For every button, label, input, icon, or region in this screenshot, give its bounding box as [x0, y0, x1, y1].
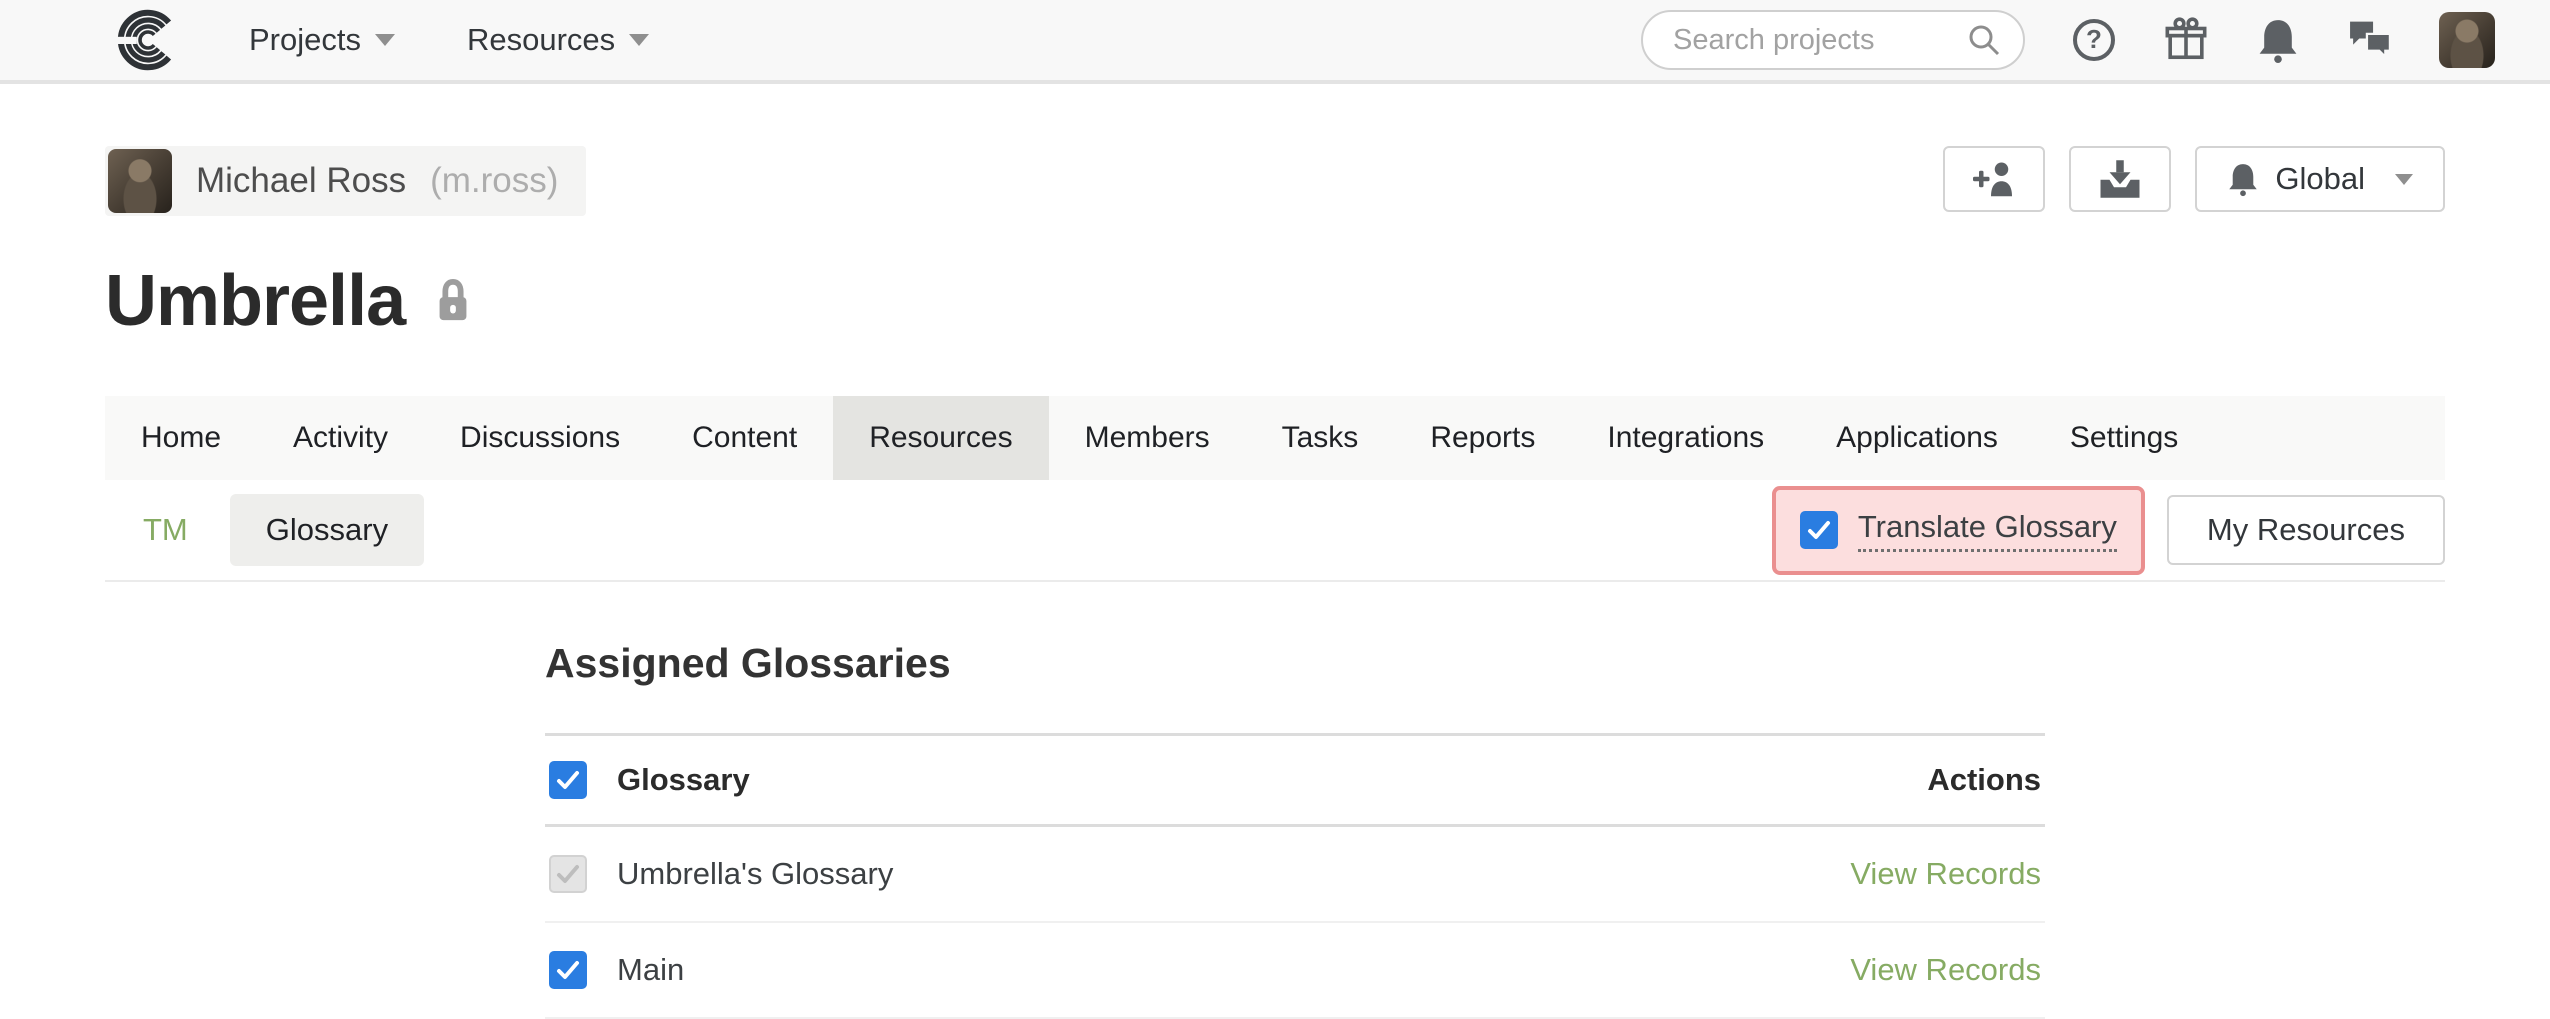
glossary-name: Umbrella's Glossary: [617, 856, 893, 892]
user-avatar[interactable]: [2439, 12, 2495, 68]
my-resources-button[interactable]: My Resources: [2167, 495, 2445, 565]
search-input[interactable]: [1671, 23, 1967, 58]
table-row: Umbrella's Glossary View Records: [545, 827, 2045, 923]
tab-members[interactable]: Members: [1049, 396, 1246, 480]
svg-text:?: ?: [2086, 24, 2102, 54]
top-navbar: Projects Resources ?: [0, 0, 2550, 84]
bell-icon: [2227, 161, 2259, 197]
row-checkbox-disabled[interactable]: [549, 855, 587, 893]
messages-icon[interactable]: [2347, 17, 2393, 63]
add-user-icon: [1970, 157, 2018, 201]
chevron-down-icon: [2395, 174, 2413, 185]
row-checkbox[interactable]: [549, 951, 587, 989]
add-user-button[interactable]: [1943, 146, 2045, 212]
resources-menu[interactable]: Resources: [467, 22, 649, 58]
tab-applications[interactable]: Applications: [1800, 396, 2034, 480]
tab-settings[interactable]: Settings: [2034, 396, 2214, 480]
tab-home[interactable]: Home: [105, 396, 257, 480]
resources-subnav: TM Glossary Translate Glossary My Resour…: [105, 480, 2445, 582]
subnav-right: Translate Glossary My Resources: [1772, 486, 2445, 575]
help-icon[interactable]: ?: [2071, 17, 2117, 63]
search-box[interactable]: [1641, 10, 2025, 70]
view-records-link[interactable]: View Records: [1850, 952, 2041, 988]
page-header-row: Michael Ross (m.ross): [105, 146, 2445, 216]
main-content: Assigned Glossaries Glossary Actions Umb…: [545, 640, 2045, 1019]
subtab-glossary[interactable]: Glossary: [230, 494, 424, 566]
page-container: Michael Ross (m.ross): [0, 146, 2550, 1019]
section-title: Assigned Glossaries: [545, 640, 2045, 687]
view-records-link[interactable]: View Records: [1850, 856, 2041, 892]
resources-menu-label: Resources: [467, 22, 615, 58]
translate-glossary-highlight: Translate Glossary: [1772, 486, 2145, 575]
owner-name: Michael Ross: [196, 161, 406, 201]
header-action-buttons: Global: [1943, 146, 2445, 212]
owner-avatar: [108, 149, 172, 213]
search-icon[interactable]: [1967, 23, 2001, 57]
tab-content[interactable]: Content: [656, 396, 833, 480]
tab-discussions[interactable]: Discussions: [424, 396, 656, 480]
project-tabbar: Home Activity Discussions Content Resour…: [105, 396, 2445, 480]
table-header-row: Glossary Actions: [545, 733, 2045, 827]
translate-glossary-label[interactable]: Translate Glossary: [1858, 509, 2117, 552]
glossaries-table: Glossary Actions Umbrella's Glossary Vie…: [545, 733, 2045, 1019]
global-notifications-button[interactable]: Global: [2195, 146, 2445, 212]
table-row: Main View Records: [545, 923, 2045, 1019]
select-all-checkbox[interactable]: [549, 761, 587, 799]
chevron-down-icon: [375, 34, 395, 46]
app-logo-icon[interactable]: [105, 8, 191, 72]
tab-resources[interactable]: Resources: [833, 396, 1048, 480]
global-button-label: Global: [2275, 161, 2365, 197]
tab-tasks[interactable]: Tasks: [1246, 396, 1395, 480]
chevron-down-icon: [629, 34, 649, 46]
notifications-icon[interactable]: [2255, 17, 2301, 63]
tab-reports[interactable]: Reports: [1394, 396, 1571, 480]
page-title: Umbrella: [105, 260, 405, 342]
column-header-glossary: Glossary: [617, 762, 750, 798]
tab-integrations[interactable]: Integrations: [1571, 396, 1800, 480]
tab-activity[interactable]: Activity: [257, 396, 424, 480]
owner-username: (m.ross): [430, 161, 558, 201]
gift-icon[interactable]: [2163, 17, 2209, 63]
translate-glossary-checkbox[interactable]: [1800, 511, 1838, 549]
navbar-right: ?: [1641, 10, 2495, 70]
projects-menu-label: Projects: [249, 22, 361, 58]
title-row: Umbrella: [105, 260, 2445, 342]
glossary-name: Main: [617, 952, 684, 988]
projects-menu[interactable]: Projects: [249, 22, 395, 58]
lock-icon: [433, 278, 473, 324]
download-button[interactable]: [2069, 146, 2171, 212]
subtab-tm[interactable]: TM: [143, 512, 188, 548]
owner-chip[interactable]: Michael Ross (m.ross): [105, 146, 586, 216]
column-header-actions: Actions: [1927, 762, 2041, 798]
download-icon: [2096, 157, 2144, 201]
